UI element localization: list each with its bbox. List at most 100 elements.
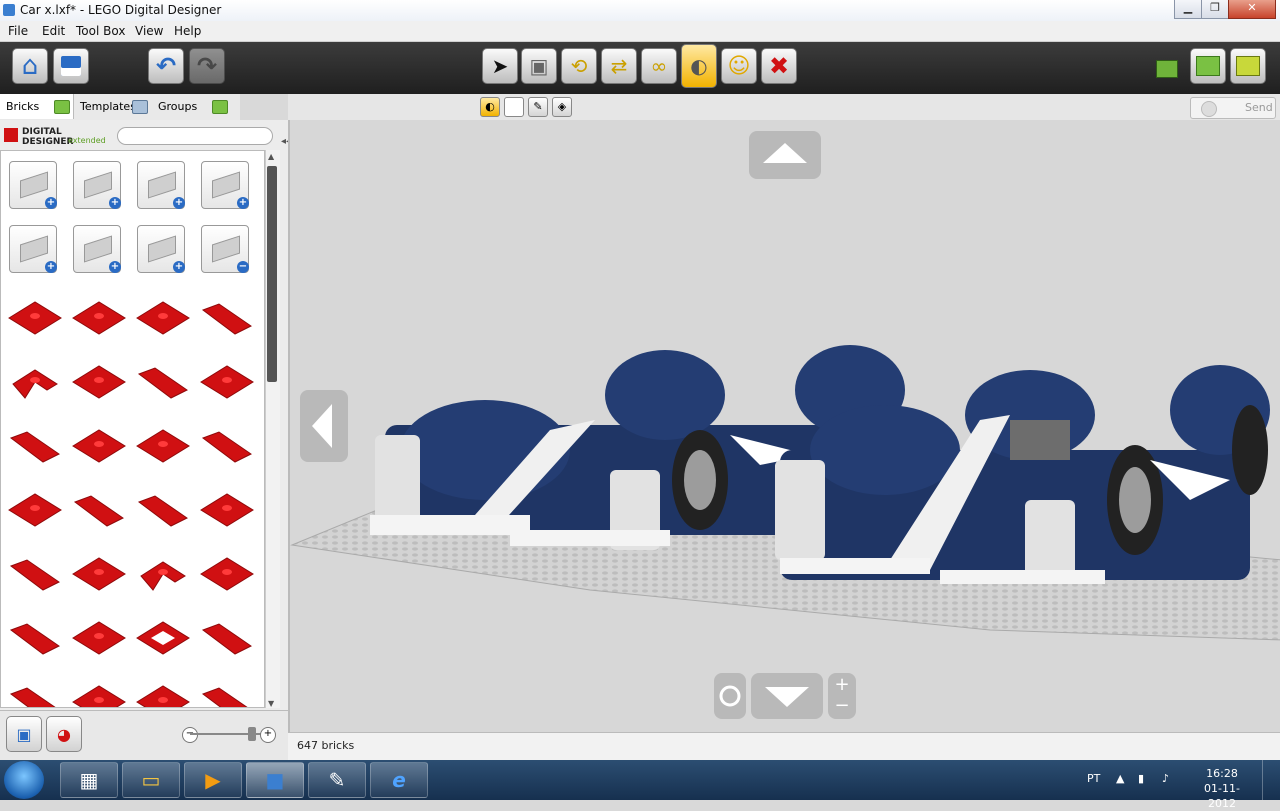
start-button[interactable] (4, 761, 44, 799)
scroll-down-icon[interactable]: ▼ (268, 699, 274, 708)
red-brick-part[interactable] (7, 552, 63, 600)
red-brick-part[interactable] (135, 424, 191, 472)
build-mode-button[interactable] (1152, 50, 1184, 82)
red-brick-part[interactable] (135, 552, 191, 600)
palette-scroll-thumb[interactable] (267, 166, 277, 382)
send-button[interactable]: Send (1190, 97, 1276, 119)
show-desktop-button[interactable] (1262, 760, 1280, 800)
file-explorer-app[interactable]: ▭ (122, 762, 180, 798)
menu-help[interactable]: Help (174, 24, 201, 38)
red-brick-part[interactable] (71, 616, 127, 664)
red-brick-part[interactable] (135, 680, 191, 708)
red-brick-part[interactable] (135, 488, 191, 536)
category-slopes-button[interactable]: + (9, 225, 57, 273)
maximize-button[interactable]: ❐ (1201, 0, 1229, 19)
red-brick-part[interactable] (199, 488, 255, 536)
red-brick-part[interactable] (199, 424, 255, 472)
brick-count-status: 647 bricks (297, 739, 355, 752)
menu-view[interactable]: View (135, 24, 163, 38)
red-brick-part[interactable] (199, 552, 255, 600)
viewport-zoom-in-icon[interactable]: + (832, 675, 852, 695)
groups-tab-icon (212, 100, 228, 114)
zoom-out-icon[interactable]: − (182, 727, 198, 743)
clone-tool[interactable]: ▣ (521, 48, 557, 84)
category-bricks-button[interactable]: + (9, 161, 57, 209)
tab-templates-label: Templates (80, 100, 136, 113)
red-brick-part[interactable] (71, 552, 127, 600)
media-player-app[interactable]: ▶ (184, 762, 242, 798)
system-clock[interactable]: 16:28 01-11-2012 (1196, 766, 1248, 811)
red-brick-part[interactable] (7, 616, 63, 664)
save-button[interactable] (53, 48, 89, 84)
menu-file[interactable]: File (8, 24, 28, 38)
menu-toolbox[interactable]: Tool Box (76, 24, 125, 38)
home-button[interactable]: ⌂ (12, 48, 48, 84)
scene-canvas[interactable] (290, 120, 1280, 732)
network-icon[interactable]: ▮ (1138, 772, 1144, 785)
zoom-in-icon[interactable]: + (260, 727, 276, 743)
red-brick-part[interactable] (7, 296, 63, 344)
red-brick-part[interactable] (199, 616, 255, 664)
volume-icon[interactable]: ♪ (1162, 772, 1169, 785)
delete-tool[interactable]: ✖ (761, 48, 797, 84)
zoom-slider-handle[interactable] (248, 727, 256, 741)
tray-expand-icon[interactable]: ▲ (1116, 772, 1124, 785)
category-curved-slopes-button[interactable]: + (73, 225, 121, 273)
color-filter-button[interactable]: ◕ (46, 716, 82, 752)
red-brick-part[interactable] (7, 488, 63, 536)
viewport-zoom-out-icon[interactable]: − (832, 696, 852, 716)
minifig-tool[interactable]: ☺ (721, 48, 757, 84)
paint-bucket-sub-button[interactable]: ◐ (480, 97, 500, 117)
language-indicator[interactable]: PT (1087, 772, 1100, 785)
red-brick-part[interactable] (71, 680, 127, 708)
redo-button[interactable]: ↷ (189, 48, 225, 84)
menu-edit[interactable]: Edit (42, 24, 65, 38)
red-brick-part[interactable] (135, 360, 191, 408)
color-swatch-button[interactable] (504, 97, 524, 117)
decoration-button[interactable]: ◈ (552, 97, 572, 117)
select-tool[interactable]: ➤ (482, 48, 518, 84)
hinge-align-tool[interactable]: ⇄ (601, 48, 637, 84)
red-brick-part[interactable] (7, 424, 63, 472)
view-mode-button[interactable] (1190, 48, 1226, 84)
3d-viewport[interactable] (288, 120, 1280, 732)
hinge-tool[interactable]: ⟲ (561, 48, 597, 84)
red-brick-part[interactable] (199, 296, 255, 344)
red-brick-part[interactable] (7, 680, 63, 708)
brick-search-input[interactable] (117, 127, 273, 145)
category-round-bricks-button[interactable]: + (73, 161, 121, 209)
paint-app[interactable]: ✎ (308, 762, 366, 798)
zoom-controls[interactable]: + − (828, 673, 856, 719)
paint-bucket-icon: ◐ (690, 54, 708, 78)
undo-button[interactable]: ↶ (148, 48, 184, 84)
lego-digital-designer-app[interactable]: ■ (246, 762, 304, 798)
red-brick-part[interactable] (135, 616, 191, 664)
red-brick-part[interactable] (71, 360, 127, 408)
red-brick-part[interactable] (71, 296, 127, 344)
flex-tool[interactable]: ∞ (641, 48, 677, 84)
scroll-up-icon[interactable]: ▲ (268, 152, 274, 161)
rotate-left-button[interactable] (300, 390, 348, 462)
minimize-button[interactable]: ▁ (1174, 0, 1202, 19)
palette-view-button[interactable]: ▣ (6, 716, 42, 752)
internet-explorer-app[interactable]: e (370, 762, 428, 798)
red-brick-part[interactable] (71, 488, 127, 536)
category-technic-beams-button[interactable]: + (201, 161, 249, 209)
red-brick-part[interactable] (199, 360, 255, 408)
reset-view-button[interactable] (714, 673, 746, 719)
red-brick-part[interactable] (199, 680, 255, 708)
building-guide-mode-button[interactable] (1230, 48, 1266, 84)
eyedropper-button[interactable]: ✎ (528, 97, 548, 117)
paint-tool[interactable]: ◐ (681, 44, 717, 88)
rotate-down-button[interactable] (751, 673, 823, 719)
category-arches-button[interactable]: + (137, 225, 185, 273)
rotate-up-button[interactable] (749, 131, 821, 179)
category-plates-button[interactable]: − (201, 225, 249, 273)
category-technic-bricks-button[interactable]: + (137, 161, 185, 209)
media-player-icon: ▶ (205, 768, 221, 792)
red-brick-part[interactable] (7, 360, 63, 408)
red-brick-part[interactable] (135, 296, 191, 344)
close-button[interactable]: ✕ (1228, 0, 1276, 19)
calculator-app[interactable]: ▦ (60, 762, 118, 798)
red-brick-part[interactable] (71, 424, 127, 472)
